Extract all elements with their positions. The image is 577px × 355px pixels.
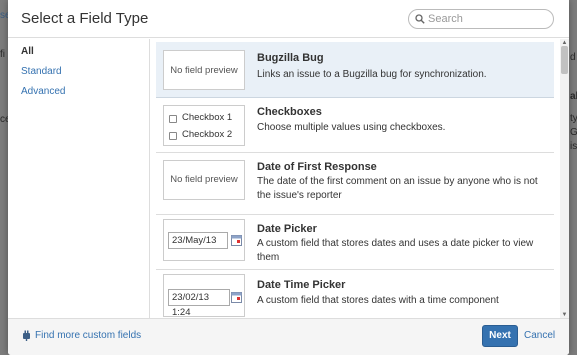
next-button[interactable]: Next xyxy=(482,325,518,347)
field-type-list: No field preview Bugzilla Bug Links an i… xyxy=(149,39,569,319)
field-name: Date Picker xyxy=(257,223,317,235)
checkbox-icon xyxy=(169,132,177,140)
no-preview-text: No field preview xyxy=(170,174,238,185)
category-nav: All Standard Advanced xyxy=(8,39,149,319)
field-name: Date of First Response xyxy=(257,161,377,173)
field-description: A custom field that stores dates with a … xyxy=(257,295,499,306)
field-row-date-of-first-response[interactable]: No field preview Date of First Response … xyxy=(156,153,554,215)
nav-item-standard[interactable]: Standard xyxy=(8,62,149,82)
dialog-title: Select a Field Type xyxy=(21,10,149,27)
background-text: fi xyxy=(0,49,5,60)
field-preview: Checkbox 1 Checkbox 2 xyxy=(163,105,245,146)
list-scrollbar[interactable]: ▲ ▼ xyxy=(560,39,569,319)
checkbox-icon xyxy=(169,115,177,123)
field-row-bugzilla-bug[interactable]: No field preview Bugzilla Bug Links an i… xyxy=(156,42,554,98)
field-row-date-time-picker[interactable]: 23/02/13 1:24 Date Time Picker A custom … xyxy=(156,270,554,319)
plugin-icon xyxy=(23,330,30,341)
dialog-header: Select a Field Type xyxy=(8,0,569,38)
scroll-thumb[interactable] xyxy=(561,46,568,74)
field-name: Checkboxes xyxy=(257,106,322,118)
find-more-custom-fields-link[interactable]: Find more custom fields xyxy=(22,330,141,341)
background-text: ab xyxy=(570,91,577,102)
nav-item-advanced[interactable]: Advanced xyxy=(8,82,149,102)
search-input[interactable] xyxy=(428,13,538,25)
checkbox-label: Checkbox 1 xyxy=(182,112,233,123)
calendar-icon xyxy=(231,235,242,246)
search-box[interactable] xyxy=(408,9,554,29)
field-name: Bugzilla Bug xyxy=(257,52,324,64)
calendar-icon xyxy=(231,292,242,303)
field-preview: No field preview xyxy=(163,160,245,200)
no-preview-text: No field preview xyxy=(170,65,238,76)
date-input: 23/May/13 xyxy=(168,232,228,249)
field-row-checkboxes[interactable]: Checkbox 1 Checkbox 2 Checkboxes Choose … xyxy=(156,98,554,153)
background-text: is xyxy=(570,141,577,152)
background-text: ty xyxy=(570,113,577,124)
datetime-input: 23/02/13 1:24 xyxy=(168,289,230,318)
field-row-date-picker[interactable]: 23/May/13 Date Picker A custom field tha… xyxy=(156,215,554,270)
field-preview: 23/May/13 xyxy=(163,219,245,261)
cancel-link[interactable]: Cancel xyxy=(524,330,555,341)
field-name: Date Time Picker xyxy=(257,279,346,291)
field-preview: 23/02/13 1:24 xyxy=(163,274,245,318)
field-description: Links an issue to a Bugzilla bug for syn… xyxy=(257,69,487,80)
find-more-label: Find more custom fields xyxy=(35,330,142,341)
field-description: Choose multiple values using checkboxes. xyxy=(257,122,446,133)
field-description: A custom field that stores dates and use… xyxy=(257,238,534,263)
field-preview: No field preview xyxy=(163,50,245,90)
background-text: d xyxy=(570,52,576,63)
field-description: The date of the first comment on an issu… xyxy=(257,176,538,201)
search-icon xyxy=(415,14,425,24)
nav-item-all[interactable]: All xyxy=(8,42,149,62)
dialog-footer: Find more custom fields Next Cancel xyxy=(8,318,569,355)
select-field-type-dialog: Select a Field Type All Standard Advance… xyxy=(8,0,569,355)
checkbox-label: Checkbox 2 xyxy=(182,129,233,140)
background-text: G xyxy=(570,127,577,138)
